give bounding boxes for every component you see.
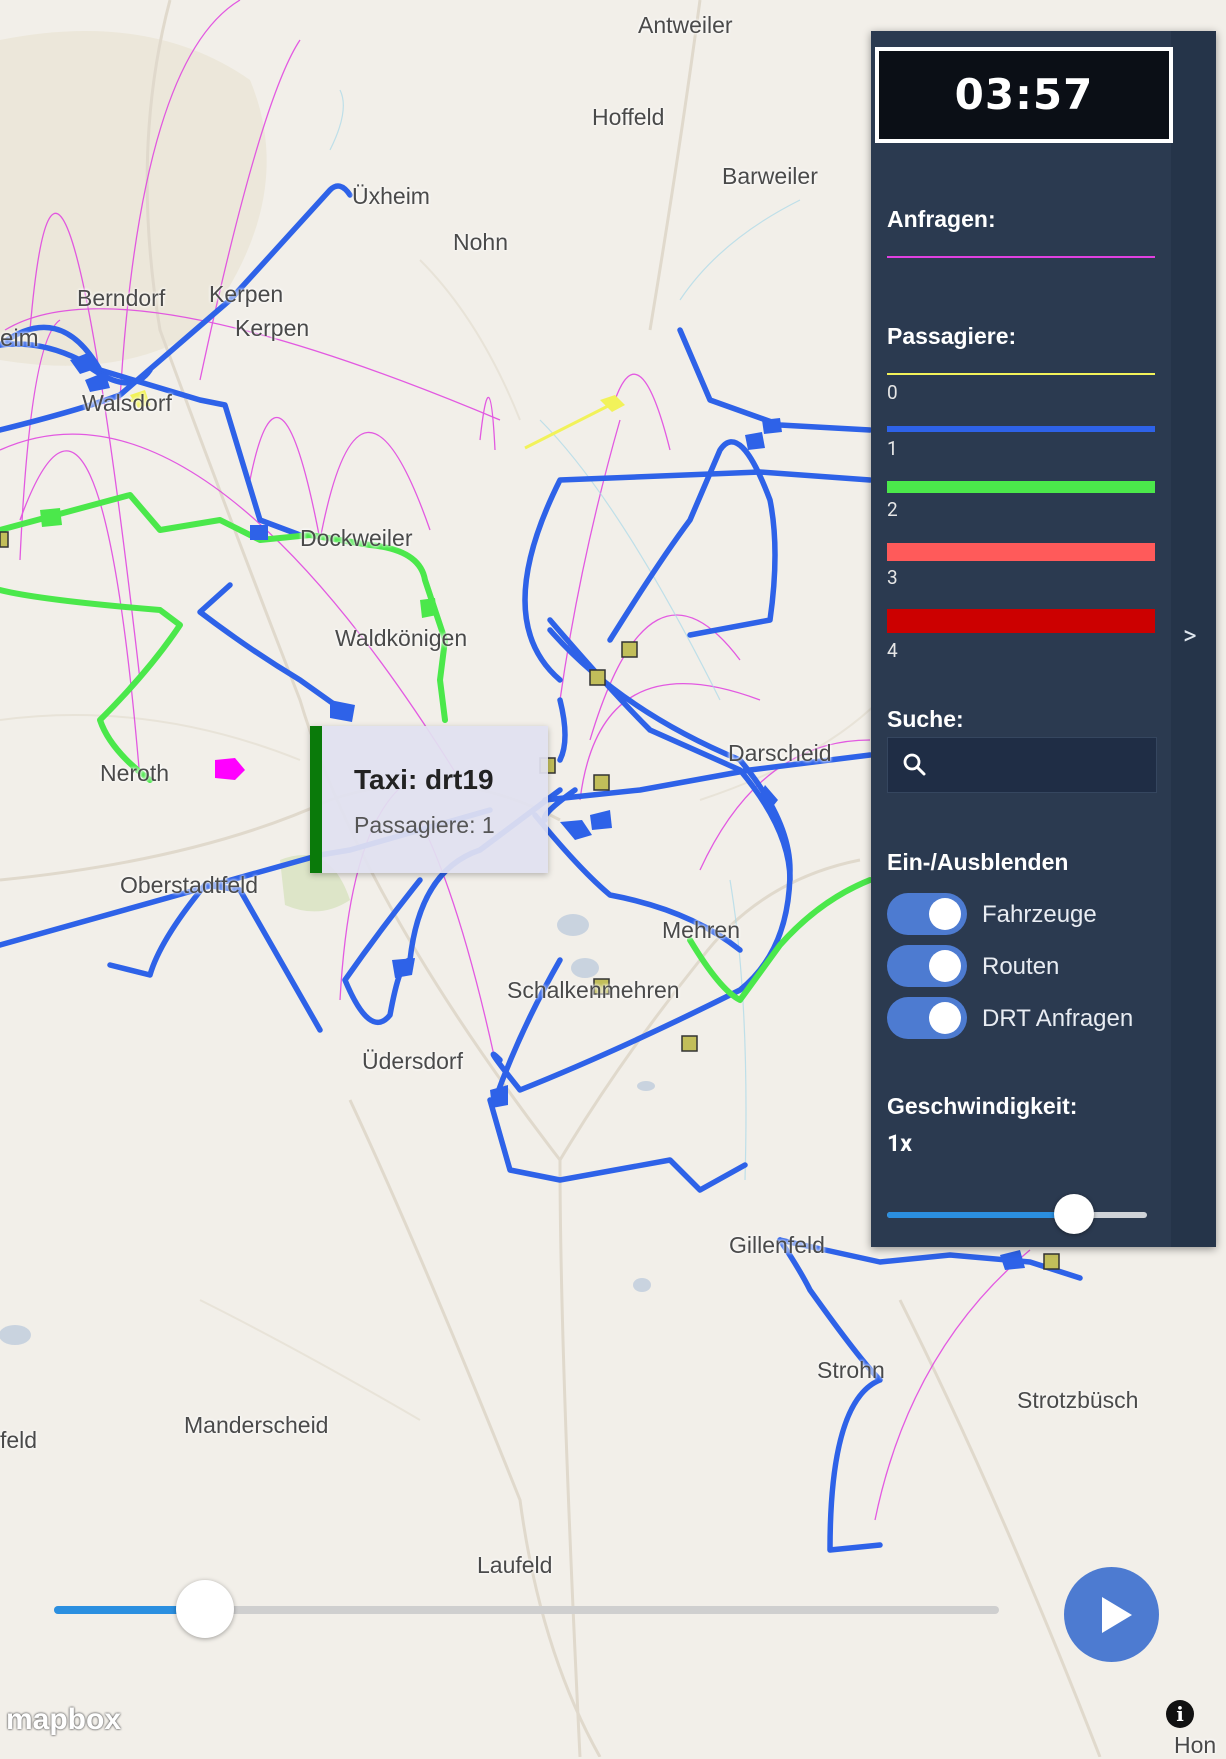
place-label: Kerpen bbox=[209, 281, 284, 307]
place-label: Laufeld bbox=[477, 1552, 553, 1578]
toggle-drt-requests-label: DRT Anfragen bbox=[982, 1005, 1134, 1032]
toggle-vehicles[interactable] bbox=[887, 893, 967, 935]
requests-legend-line bbox=[887, 256, 1155, 258]
mapbox-logo[interactable]: mapbox bbox=[6, 1703, 121, 1737]
legend-label-3: 3 bbox=[887, 566, 898, 589]
legend-label-0: 0 bbox=[887, 381, 898, 404]
place-label: Nohn bbox=[453, 229, 508, 255]
legend-label-2: 2 bbox=[887, 498, 898, 521]
speed-title: Geschwindigkeit: bbox=[887, 1093, 1078, 1119]
place-label: Barweiler bbox=[722, 163, 818, 189]
legend-line-1 bbox=[887, 426, 1155, 432]
play-button[interactable] bbox=[1064, 1567, 1159, 1662]
place-label: Strohn bbox=[817, 1357, 885, 1383]
info-icon[interactable]: i bbox=[1166, 1700, 1194, 1728]
place-label: Waldkönigen bbox=[335, 625, 468, 651]
place-label: eim bbox=[0, 325, 39, 352]
place-label: Dockweiler bbox=[300, 525, 413, 551]
place-label: Antweiler bbox=[638, 12, 733, 38]
place-label: Oberstadtfeld bbox=[120, 872, 259, 898]
popup-subtitle: Passagiere: 1 bbox=[354, 812, 495, 838]
place-label: Gillenfeld bbox=[729, 1232, 825, 1258]
place-label: Berndorf bbox=[77, 285, 166, 311]
place-label: Strotzbüsch bbox=[1017, 1387, 1139, 1413]
collapse-arrow-icon[interactable]: > bbox=[1183, 621, 1197, 651]
search-input[interactable] bbox=[887, 737, 1157, 793]
legend-line-0 bbox=[887, 373, 1155, 375]
timeline-slider[interactable] bbox=[54, 1580, 999, 1638]
place-label: Hon bbox=[1174, 1732, 1217, 1758]
vehicle-popup: Taxi: drt19 Passagiere: 1 bbox=[310, 726, 548, 873]
requests-title: Anfragen: bbox=[887, 206, 996, 232]
place-label: Üdersdorf bbox=[362, 1048, 463, 1074]
place-label: Walsdorf bbox=[82, 390, 172, 416]
toggle-routes[interactable] bbox=[887, 945, 967, 987]
control-panel: > 03:57 Anfragen: Passagiere: 0 1 2 3 4 … bbox=[871, 31, 1216, 1247]
place-label: feld bbox=[0, 1427, 38, 1453]
place-label: Neroth bbox=[100, 760, 170, 786]
place-label: Hoffeld bbox=[592, 104, 665, 130]
speed-slider-handle[interactable] bbox=[1054, 1194, 1095, 1234]
legend-line-3 bbox=[887, 543, 1155, 561]
place-label: Schalkenmehren bbox=[507, 977, 680, 1003]
search-icon bbox=[903, 753, 926, 776]
place-label: Manderscheid bbox=[184, 1412, 329, 1438]
speed-slider-fill bbox=[887, 1212, 1075, 1218]
legend-line-2 bbox=[887, 481, 1155, 493]
passengers-title: Passagiere: bbox=[887, 323, 1017, 349]
popup-title: Taxi: drt19 bbox=[354, 764, 494, 795]
legend-label-4: 4 bbox=[887, 639, 898, 662]
timeline-handle[interactable] bbox=[176, 1580, 235, 1638]
legend-label-1: 1 bbox=[887, 437, 898, 460]
toggle-routes-label: Routen bbox=[982, 953, 1060, 980]
search-title: Suche: bbox=[887, 706, 964, 732]
speed-value: 1x bbox=[887, 1130, 912, 1157]
simulation-clock: 03:57 bbox=[875, 47, 1173, 143]
place-label: Üxheim bbox=[352, 183, 430, 209]
legend-line-4 bbox=[887, 609, 1155, 633]
toggle-vehicles-label: Fahrzeuge bbox=[982, 901, 1097, 928]
place-label: Darscheid bbox=[728, 740, 832, 766]
toggle-drt-requests[interactable] bbox=[887, 997, 967, 1039]
speed-slider[interactable] bbox=[887, 1194, 1147, 1234]
place-label: Kerpen bbox=[235, 315, 310, 341]
place-label: Mehren bbox=[662, 917, 740, 943]
toggle-title: Ein-/Ausblenden bbox=[887, 849, 1069, 875]
